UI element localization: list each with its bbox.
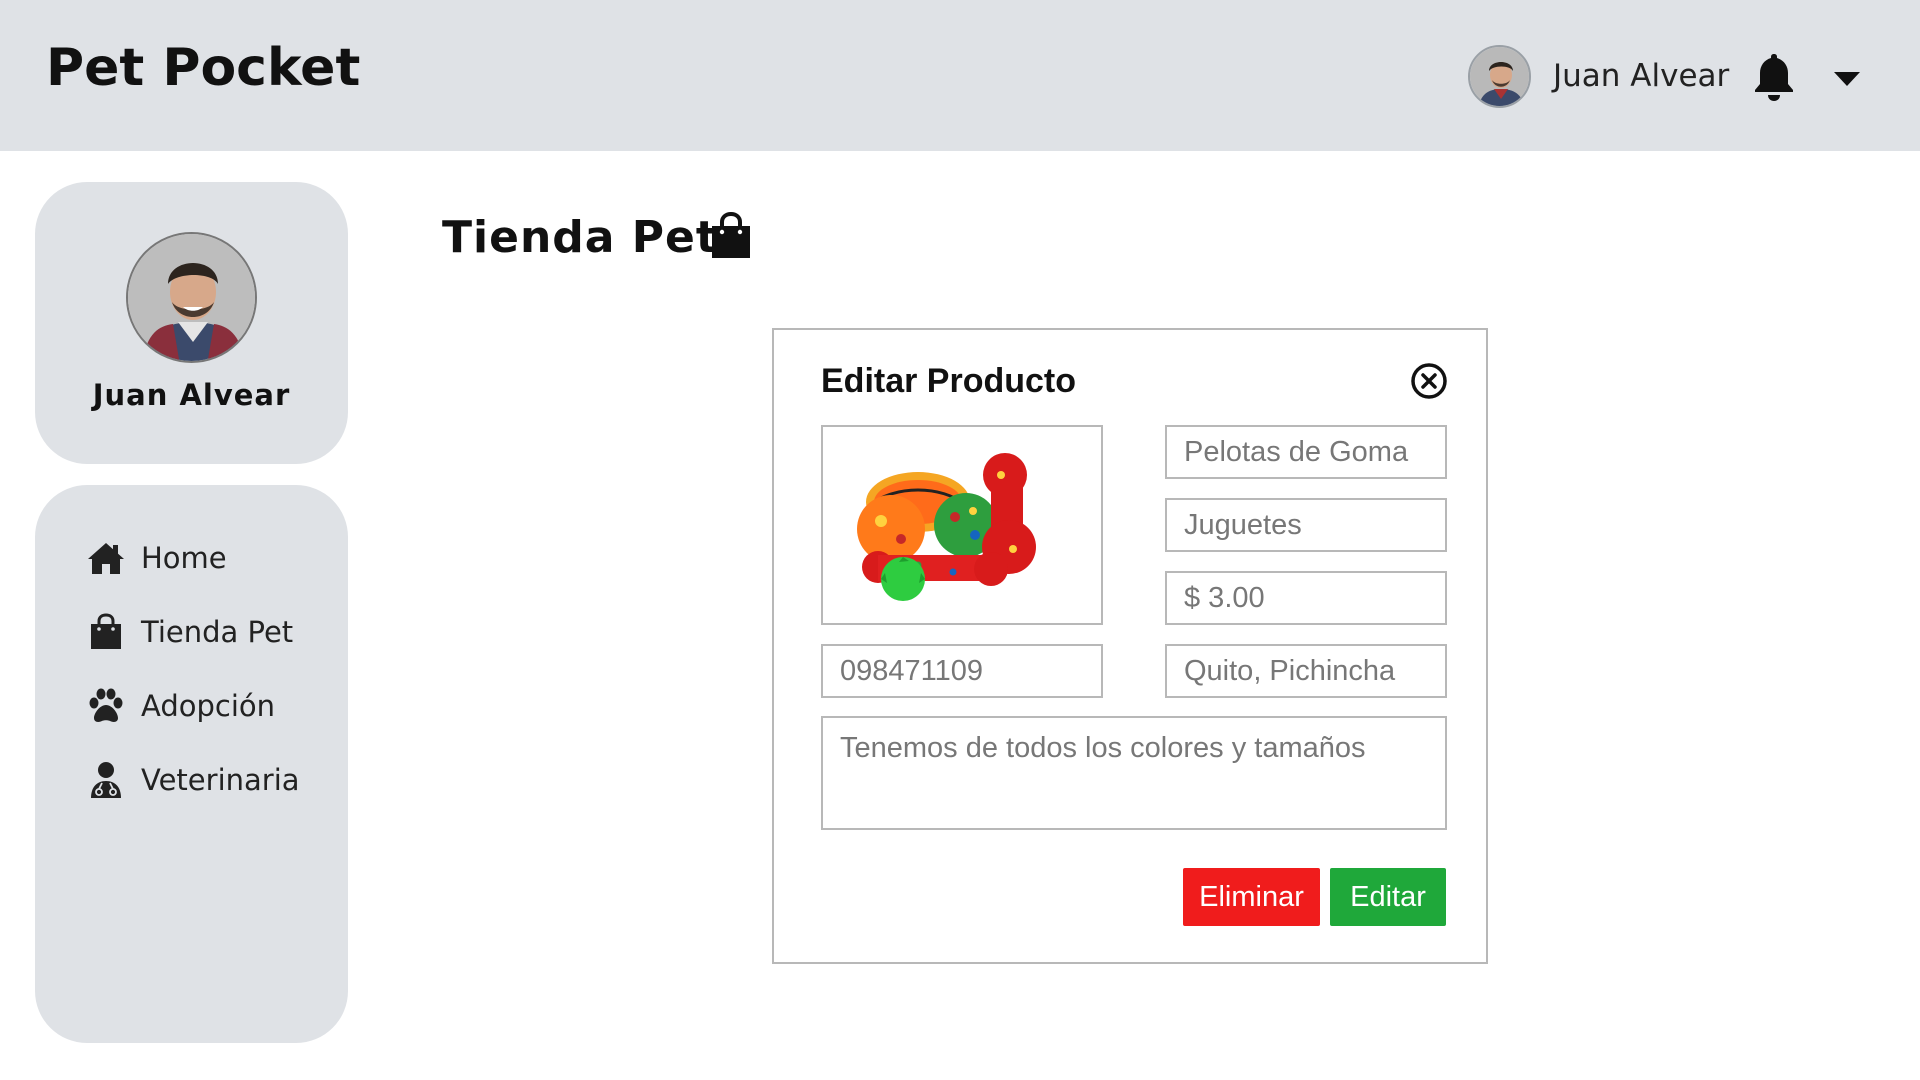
header-avatar[interactable] xyxy=(1468,45,1531,108)
profile-avatar xyxy=(126,232,257,363)
close-icon[interactable] xyxy=(1410,362,1448,400)
delete-button[interactable]: Eliminar xyxy=(1183,868,1320,926)
location-field[interactable]: Quito, Pichincha xyxy=(1165,644,1447,698)
sidebar-item-adopcion[interactable]: Adopción xyxy=(85,683,275,729)
home-icon xyxy=(85,538,127,578)
product-image[interactable] xyxy=(821,425,1103,625)
modal-title: Editar Producto xyxy=(821,362,1077,400)
doctor-icon xyxy=(85,760,127,800)
edit-product-modal: Editar Producto Pelotas de Goma Juguetes… xyxy=(772,328,1488,964)
bell-icon[interactable] xyxy=(1752,52,1796,102)
sidebar-item-tienda-pet[interactable]: Tienda Pet xyxy=(85,609,293,655)
sidebar-item-label: Adopción xyxy=(141,689,276,723)
product-name-field[interactable]: Pelotas de Goma xyxy=(1165,425,1447,479)
sidebar-nav: Home Tienda Pet Adopción Veterinaria xyxy=(35,485,348,1043)
description-field[interactable]: Tenemos de todos los colores y tamaños xyxy=(821,716,1447,830)
top-header: Pet Pocket Juan Alvear xyxy=(0,0,1920,151)
edit-button[interactable]: Editar xyxy=(1330,868,1446,926)
profile-name: Juan Alvear xyxy=(92,378,291,412)
category-field[interactable]: Juguetes xyxy=(1165,498,1447,552)
sidebar-item-label: Veterinaria xyxy=(141,763,300,797)
phone-field[interactable]: 098471109 xyxy=(821,644,1103,698)
sidebar-item-label: Tienda Pet xyxy=(141,615,294,649)
caret-down-icon[interactable] xyxy=(1832,70,1862,88)
shopping-bag-icon xyxy=(710,211,752,260)
sidebar-item-veterinaria[interactable]: Veterinaria xyxy=(85,757,300,803)
app-title: Pet Pocket xyxy=(46,38,361,98)
header-user-name[interactable]: Juan Alvear xyxy=(1553,58,1729,94)
price-field[interactable]: $ 3.00 xyxy=(1165,571,1447,625)
paw-icon xyxy=(85,686,127,726)
shopping-bag-icon xyxy=(85,612,127,652)
sidebar-item-label: Home xyxy=(141,541,227,575)
sidebar-item-home[interactable]: Home xyxy=(85,535,227,581)
profile-card: Juan Alvear xyxy=(35,182,348,464)
page-title: Tienda Pet xyxy=(442,212,718,263)
